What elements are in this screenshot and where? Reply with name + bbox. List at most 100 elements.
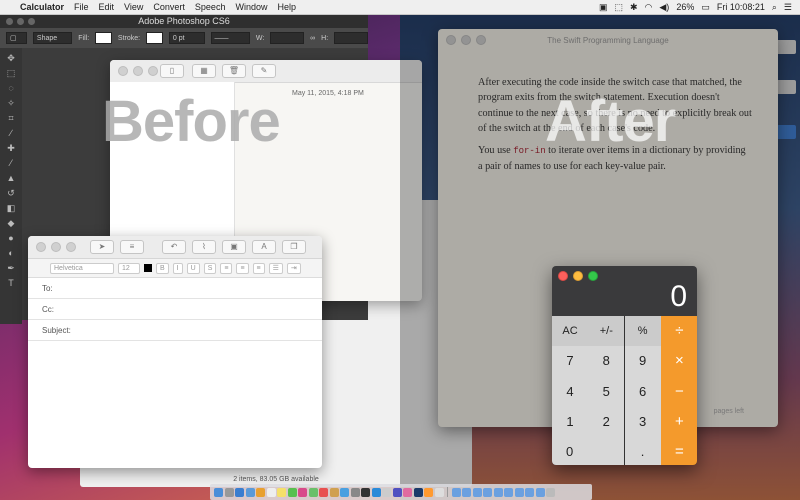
digit-0-button[interactable]: 0 — [552, 436, 625, 465]
eraser-icon[interactable]: ◧ — [5, 202, 17, 214]
align-left-icon[interactable]: ≡ — [220, 262, 233, 274]
crop-tool-icon[interactable]: ⌗ — [5, 112, 17, 124]
close-button[interactable] — [36, 242, 46, 252]
align-center-icon[interactable]: ≡ — [236, 262, 249, 274]
safari-dock-icon[interactable] — [235, 487, 244, 497]
menu-edit[interactable]: Edit — [99, 2, 115, 12]
app-dock-icon[interactable] — [403, 487, 412, 497]
folder-dock-icon[interactable] — [525, 487, 534, 497]
send-icon[interactable]: ➤ — [90, 240, 114, 254]
reply-icon[interactable]: ↶ — [162, 240, 186, 254]
menu-speech[interactable]: Speech — [195, 2, 226, 12]
minimize-button[interactable] — [17, 18, 24, 25]
folder-dock-icon[interactable] — [493, 487, 503, 497]
zoom-button[interactable] — [66, 242, 76, 252]
stamp-tool-icon[interactable]: ▲ — [5, 172, 17, 184]
subject-field[interactable]: Subject: — [28, 320, 322, 341]
equals-button[interactable]: = — [660, 436, 697, 465]
app-dock-icon[interactable] — [434, 487, 444, 497]
digit-6-button[interactable]: 6 — [624, 376, 661, 406]
desktop-drive-icon[interactable] — [776, 80, 796, 94]
trash-dock-icon[interactable] — [546, 487, 555, 497]
minimize-button[interactable] — [573, 271, 583, 281]
launchpad-dock-icon[interactable] — [224, 487, 234, 497]
skype-dock-icon[interactable] — [371, 487, 381, 497]
maps-dock-icon[interactable] — [308, 487, 318, 497]
close-button[interactable] — [558, 271, 568, 281]
terminal-dock-icon[interactable] — [361, 487, 370, 497]
menu-help[interactable]: Help — [277, 2, 296, 12]
wifi-icon[interactable]: ◠ — [645, 2, 653, 13]
blur-tool-icon[interactable]: ● — [5, 232, 17, 244]
clock[interactable]: Fri 10:08:21 — [717, 2, 765, 12]
desktop-drive-icon[interactable] — [776, 40, 796, 54]
app-dock-icon[interactable] — [392, 487, 402, 497]
folder-dock-icon[interactable] — [504, 487, 513, 497]
notes-dock-icon[interactable] — [277, 487, 286, 497]
stroke-swatch[interactable] — [146, 32, 163, 44]
align-right-icon[interactable]: ≡ — [252, 262, 265, 274]
sign-button[interactable]: +/- — [588, 316, 625, 346]
menu-convert[interactable]: Convert — [153, 2, 185, 12]
photos-dock-icon[interactable] — [298, 487, 307, 497]
healing-brush-icon[interactable]: ✚ — [5, 142, 17, 154]
decimal-button[interactable]: . — [624, 436, 661, 465]
eyedropper-icon[interactable]: ∕ — [5, 127, 17, 139]
header-fields-icon[interactable]: ≡ — [120, 240, 144, 254]
preview-dock-icon[interactable] — [382, 487, 391, 497]
clear-button[interactable]: AC — [552, 316, 588, 346]
messages-dock-icon[interactable] — [287, 487, 297, 497]
menu-view[interactable]: View — [124, 2, 143, 12]
bold-button[interactable]: B — [156, 262, 169, 274]
multiply-button[interactable]: × — [660, 346, 697, 376]
underline-button[interactable]: U — [186, 262, 200, 274]
sidebar-toggle-icon[interactable]: ▯ — [160, 64, 184, 78]
digit-8-button[interactable]: 8 — [588, 346, 625, 376]
font-size-select[interactable]: 12 — [118, 262, 140, 274]
magic-wand-icon[interactable]: ✧ — [5, 97, 17, 109]
desktop-app-icon[interactable] — [776, 125, 796, 139]
marquee-tool-icon[interactable]: ⬚ — [5, 67, 17, 79]
minimize-button[interactable] — [133, 66, 143, 76]
zoom-button[interactable] — [148, 66, 158, 76]
calculator-dock-icon[interactable] — [424, 487, 433, 497]
divide-button[interactable]: ÷ — [660, 316, 697, 346]
search-icon[interactable]: ⌕ — [772, 2, 777, 13]
width-field[interactable] — [270, 32, 305, 44]
percent-button[interactable]: % — [624, 316, 661, 346]
itunes-dock-icon[interactable] — [319, 487, 328, 497]
battery-percent[interactable]: 26% — [676, 2, 694, 12]
stationery-icon[interactable]: ❐ — [282, 240, 306, 254]
italic-button[interactable]: I — [172, 262, 183, 274]
indent-icon[interactable]: ⇥ — [286, 262, 301, 274]
digit-5-button[interactable]: 5 — [588, 376, 625, 406]
menu-window[interactable]: Window — [235, 2, 267, 12]
folder-dock-icon[interactable] — [483, 487, 492, 497]
digit-4-button[interactable]: 4 — [552, 376, 588, 406]
folder-dock-icon[interactable] — [472, 487, 482, 497]
folder-dock-icon[interactable] — [462, 487, 471, 497]
cc-field[interactable]: Cc: — [28, 299, 322, 320]
volume-icon[interactable]: ◀) — [659, 2, 669, 13]
to-field[interactable]: To: — [28, 278, 322, 299]
ibooks-dock-icon[interactable] — [329, 487, 339, 497]
attachments-icon[interactable]: ▦ — [192, 64, 216, 78]
notification-center-icon[interactable]: ☰ — [784, 2, 792, 13]
lasso-tool-icon[interactable]: ◌ — [5, 82, 17, 94]
folder-dock-icon[interactable] — [451, 487, 461, 497]
photoshop-dock-icon[interactable] — [413, 487, 423, 497]
stroke-width-field[interactable]: 0 pt — [168, 32, 205, 44]
stroke-style-select[interactable]: —— — [210, 32, 250, 44]
cast-icon[interactable]: ⬚ — [614, 2, 623, 13]
digit-7-button[interactable]: 7 — [552, 346, 588, 376]
format-icon[interactable]: A — [252, 240, 276, 254]
bluetooth-icon[interactable]: ✱ — [630, 2, 638, 13]
strikethrough-button[interactable]: S — [203, 262, 217, 274]
contacts-dock-icon[interactable] — [256, 487, 265, 497]
finder-dock-icon[interactable] — [214, 487, 223, 497]
paint-bucket-icon[interactable]: ◆ — [5, 217, 17, 229]
compose-icon[interactable]: ✎ — [252, 64, 276, 78]
folder-dock-icon[interactable] — [514, 487, 524, 497]
menu-file[interactable]: File — [74, 2, 89, 12]
digit-9-button[interactable]: 9 — [624, 346, 661, 376]
